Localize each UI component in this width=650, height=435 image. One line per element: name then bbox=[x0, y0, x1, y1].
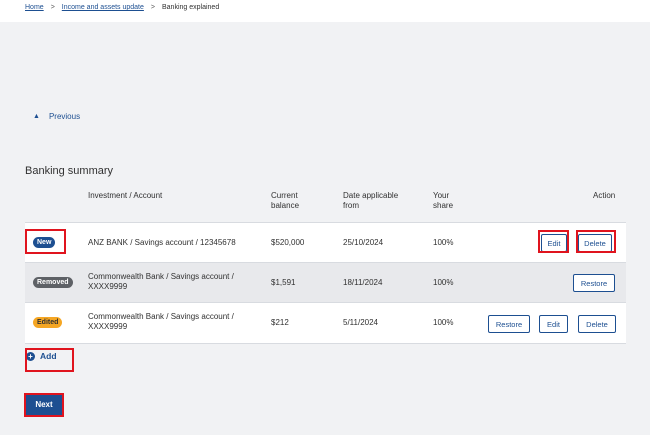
edit-button[interactable]: Edit bbox=[539, 315, 568, 333]
account-line: Commonwealth Bank / Savings account / bbox=[88, 312, 234, 321]
account-cell: Commonwealth Bank / Savings account / XX… bbox=[88, 272, 234, 292]
breadcrumb-separator: > bbox=[150, 4, 155, 11]
status-badge-new: New bbox=[33, 237, 56, 248]
account-line: XXXX9999 bbox=[88, 322, 128, 331]
restore-button[interactable]: Restore bbox=[488, 315, 530, 333]
breadcrumb-home-link[interactable]: Home bbox=[25, 4, 44, 11]
table-row: Removed Commonwealth Bank / Savings acco… bbox=[25, 262, 626, 303]
date-cell: 5/11/2024 bbox=[343, 318, 378, 327]
add-label: Add bbox=[40, 351, 57, 361]
header-share: Your share bbox=[433, 191, 453, 211]
header-date-line1: Date applicable bbox=[343, 191, 399, 200]
breadcrumb-income-assets-link[interactable]: Income and assets update bbox=[62, 4, 144, 11]
status-badge-edited: Edited bbox=[33, 317, 63, 328]
header-action: Action bbox=[593, 191, 616, 200]
chevron-up-icon: ▲ bbox=[33, 113, 40, 120]
edit-button[interactable]: Edit bbox=[541, 234, 567, 252]
plus-circle-icon: + bbox=[26, 351, 35, 361]
header-balance-line1: Current bbox=[271, 191, 298, 200]
table-row: New ANZ BANK / Savings account / 1234567… bbox=[25, 222, 626, 263]
account-line: XXXX9999 bbox=[88, 282, 128, 291]
add-button[interactable]: + Add bbox=[26, 351, 57, 361]
header-share-line2: share bbox=[433, 201, 454, 210]
date-cell: 25/10/2024 bbox=[343, 238, 384, 247]
date-cell: 18/11/2024 bbox=[343, 278, 383, 287]
breadcrumb-separator: > bbox=[50, 4, 55, 11]
section-title: Banking summary bbox=[25, 165, 114, 177]
account-line: Commonwealth Bank / Savings account / bbox=[88, 272, 234, 281]
header-date-line2: from bbox=[343, 201, 359, 210]
table-header: Investment / Account Current balance Dat… bbox=[25, 191, 626, 221]
breadcrumb: Home > Income and assets update > Bankin… bbox=[25, 4, 219, 11]
share-cell: 100% bbox=[433, 278, 454, 287]
previous-label: Previous bbox=[48, 112, 81, 121]
restore-button[interactable]: Restore bbox=[573, 274, 615, 292]
share-cell: 100% bbox=[433, 318, 454, 327]
header-balance-line2: balance bbox=[271, 201, 300, 210]
share-cell: 100% bbox=[433, 238, 454, 247]
account-cell: Commonwealth Bank / Savings account / XX… bbox=[88, 312, 234, 332]
next-button[interactable]: Next bbox=[25, 395, 63, 415]
status-badge-removed: Removed bbox=[33, 277, 73, 288]
previous-link[interactable]: ▲ Previous bbox=[33, 112, 80, 121]
header-date: Date applicable from bbox=[343, 191, 398, 211]
header-account: Investment / Account bbox=[88, 191, 163, 200]
balance-cell: $1,591 bbox=[271, 278, 296, 287]
delete-button[interactable]: Delete bbox=[578, 315, 616, 333]
account-cell: ANZ BANK / Savings account / 12345678 bbox=[88, 238, 236, 248]
header-share-line1: Your bbox=[433, 191, 450, 200]
header-balance: Current balance bbox=[271, 191, 299, 211]
balance-cell: $520,000 bbox=[271, 238, 305, 247]
account-line: ANZ BANK / Savings account / 12345678 bbox=[88, 238, 236, 247]
balance-cell: $212 bbox=[271, 318, 289, 327]
delete-button[interactable]: Delete bbox=[578, 234, 612, 252]
breadcrumb-current: Banking explained bbox=[162, 4, 220, 11]
table-row: Edited Commonwealth Bank / Savings accou… bbox=[25, 302, 626, 344]
top-bar: Home > Income and assets update > Bankin… bbox=[0, 0, 650, 22]
